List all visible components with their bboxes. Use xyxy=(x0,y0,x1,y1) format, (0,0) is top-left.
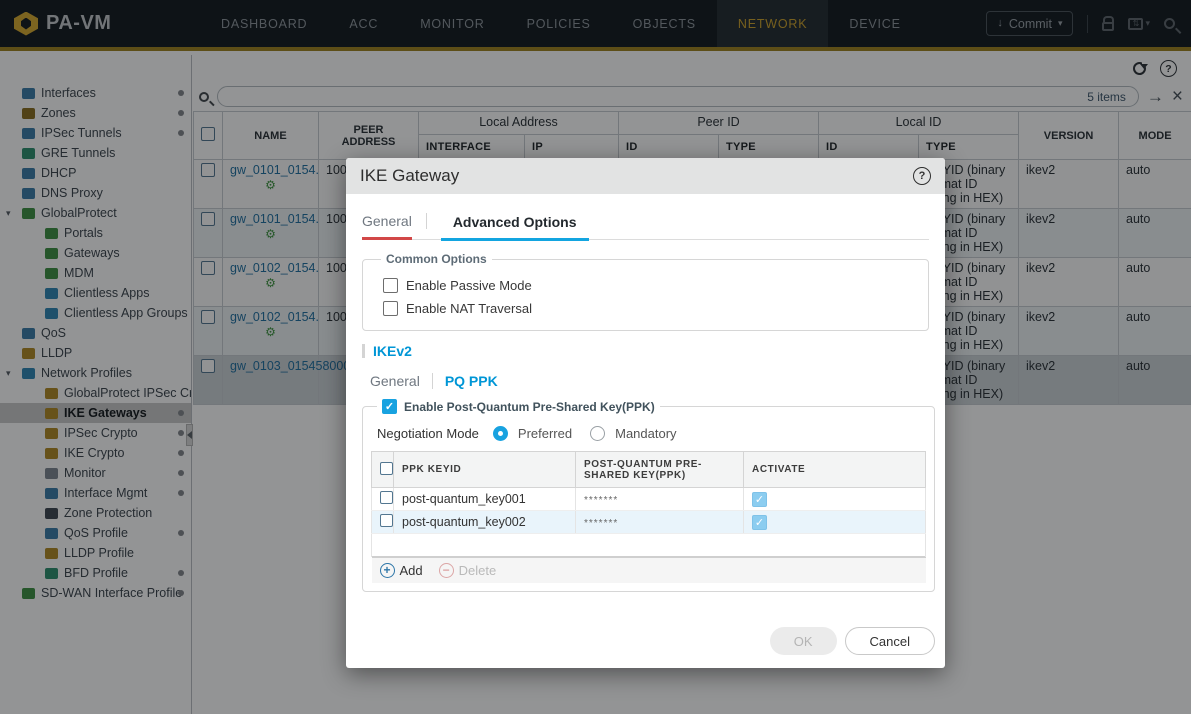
modal-tabs: General Advanced Options xyxy=(362,208,929,241)
enable-nat-traversal-row: Enable NAT Traversal xyxy=(383,301,916,316)
mandatory-label: Mandatory xyxy=(615,426,677,441)
ikev2-section-header: IKEv2 xyxy=(362,343,929,359)
common-options-group: Common Options Enable Passive Mode Enabl… xyxy=(362,252,929,331)
ppk-table: PPK KEYID POST-QUANTUM PRE-SHARED KEY(PP… xyxy=(371,451,926,557)
tab-general[interactable]: General xyxy=(362,213,412,240)
tab-advanced-options[interactable]: Advanced Options xyxy=(440,214,589,241)
preferred-label: Preferred xyxy=(517,426,573,441)
modal-help-icon[interactable]: ? xyxy=(913,167,931,185)
ikev2-label: IKEv2 xyxy=(373,343,412,359)
pq-ppk-group: ✓ Enable Post-Quantum Pre-Shared Key(PPK… xyxy=(362,399,935,592)
enable-ppk-checkbox[interactable]: ✓ xyxy=(382,399,397,414)
enable-ppk-label: Enable Post-Quantum Pre-Shared Key(PPK) xyxy=(404,399,655,414)
divider xyxy=(431,373,433,389)
cancel-button[interactable]: Cancel xyxy=(844,627,935,655)
activate-checkbox[interactable]: ✓ xyxy=(752,491,767,507)
ppk-col-keyid[interactable]: PPK KEYID xyxy=(393,451,576,488)
mandatory-radio[interactable] xyxy=(590,426,606,441)
divider xyxy=(425,213,427,229)
modal-footer: OK Cancel xyxy=(769,627,935,655)
delete-button[interactable]: − Delete xyxy=(438,563,496,578)
modal-title: IKE Gateway xyxy=(360,166,460,185)
enable-passive-mode-row: Enable Passive Mode xyxy=(383,278,916,293)
ikev2-subtabs: General PQ PPK xyxy=(370,373,929,389)
ppk-header-row: PPK KEYID POST-QUANTUM PRE-SHARED KEY(PP… xyxy=(371,451,926,488)
common-options-legend: Common Options xyxy=(386,252,487,266)
pq-ppk-legend: ✓ Enable Post-Quantum Pre-Shared Key(PPK… xyxy=(377,399,660,414)
negotiation-mode-label: Negotiation Mode xyxy=(377,426,479,441)
ppk-empty-space xyxy=(371,533,926,557)
ppk-table-footer: + Add − Delete xyxy=(371,557,926,583)
negotiation-mode-row: Negotiation Mode Preferred Mandatory xyxy=(377,426,926,441)
enable-passive-mode-label: Enable Passive Mode xyxy=(406,278,532,293)
divider xyxy=(362,344,365,358)
ike-gateway-modal: IKE Gateway ? General Advanced Options C… xyxy=(346,158,945,668)
enable-nat-traversal-checkbox[interactable] xyxy=(383,301,398,316)
ppk-key-masked: ******* xyxy=(584,518,619,529)
enable-passive-mode-checkbox[interactable] xyxy=(383,278,398,293)
minus-circle-icon: − xyxy=(438,563,454,578)
ppk-select-all-checkbox[interactable] xyxy=(380,461,393,475)
enable-nat-traversal-label: Enable NAT Traversal xyxy=(406,301,532,316)
ppk-row[interactable]: post-quantum_key001 ******* ✓ xyxy=(371,487,926,511)
ppk-row[interactable]: post-quantum_key002 ******* ✓ xyxy=(371,510,926,534)
pa-vm-app: PA-VM DASHBOARD ACC MONITOR POLICIES OBJ… xyxy=(0,0,1191,714)
ppk-row-checkbox[interactable] xyxy=(380,491,393,504)
ppk-row-checkbox[interactable] xyxy=(380,514,393,527)
preferred-radio[interactable] xyxy=(492,426,508,441)
activate-checkbox[interactable]: ✓ xyxy=(752,514,767,530)
modal-header: IKE Gateway ? xyxy=(346,158,945,194)
subtab-pq-ppk[interactable]: PQ PPK xyxy=(445,373,498,389)
modal-body: Common Options Enable Passive Mode Enabl… xyxy=(346,240,945,592)
ppk-col-activate[interactable]: ACTIVATE xyxy=(743,451,926,488)
ok-button[interactable]: OK xyxy=(769,627,837,655)
ppk-col-key[interactable]: POST-QUANTUM PRE-SHARED KEY(PPK) xyxy=(575,451,744,488)
subtab-general[interactable]: General xyxy=(370,373,420,389)
ppk-key-masked: ******* xyxy=(584,495,619,506)
ppk-keyid-cell[interactable]: post-quantum_key001 xyxy=(393,487,576,511)
ppk-keyid-cell[interactable]: post-quantum_key002 xyxy=(393,510,576,534)
add-button[interactable]: + Add xyxy=(379,563,423,578)
plus-circle-icon: + xyxy=(379,563,395,578)
